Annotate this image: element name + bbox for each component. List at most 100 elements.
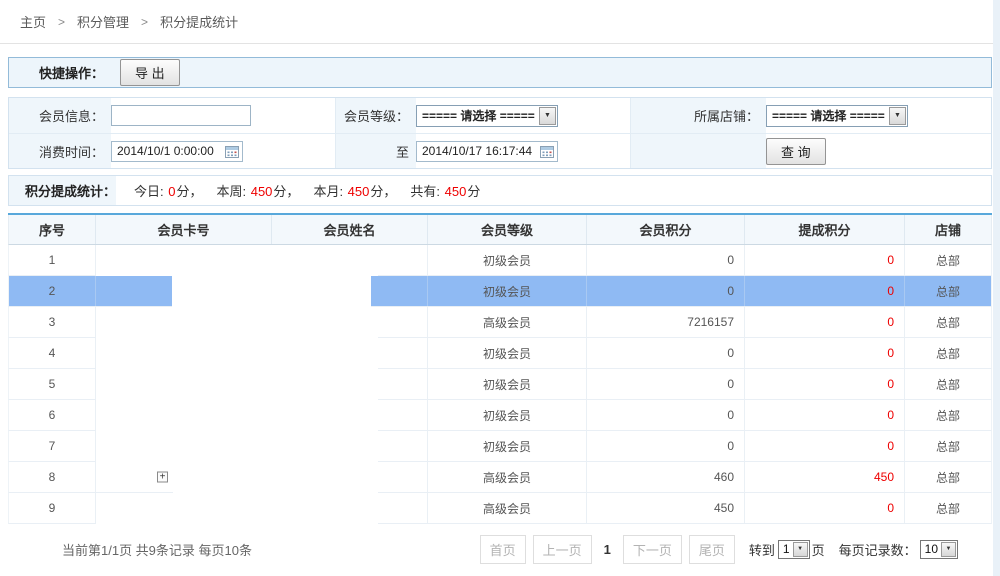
col-header-store: 店铺 [904, 215, 991, 244]
table-row[interactable]: 3高级会员72161570总部 [8, 307, 992, 338]
member-info-input[interactable] [111, 105, 251, 126]
time-from-cell: 2014/10/1 0:00:00 [111, 134, 336, 168]
calendar-icon[interactable] [225, 145, 239, 158]
redaction-mask [96, 338, 378, 369]
expand-icon[interactable]: + [157, 472, 168, 483]
cell-no: 5 [9, 369, 95, 399]
page-unit-label: 页 [812, 540, 825, 559]
cell-commission: 0 [744, 276, 904, 306]
cell-no: 2 [9, 276, 95, 306]
col-header-level: 会员等级 [427, 215, 586, 244]
cell-no: 9 [9, 493, 95, 523]
first-page-button[interactable]: 首页 [480, 535, 526, 564]
chevron-down-icon[interactable]: ▼ [889, 107, 906, 125]
cell-points: 0 [586, 338, 744, 368]
table-row[interactable]: 8高级会员460450总部+ [8, 462, 992, 493]
per-page-select[interactable]: 10 ▼ [920, 540, 958, 559]
cell-commission: 0 [744, 338, 904, 368]
table-header: 序号 会员卡号 会员姓名 会员等级 会员积分 提成积分 店铺 [8, 215, 992, 245]
consume-time-label: 消费时间： [9, 134, 111, 168]
member-level-select-value: ===== 请选择 ===== [422, 107, 535, 124]
member-level-label: 会员等级： [336, 98, 416, 133]
cell-points: 7216157 [586, 307, 744, 337]
store-select[interactable]: ===== 请选择 ===== ▼ [766, 105, 908, 127]
goto-page-value: 1 [779, 542, 792, 556]
cell-commission: 0 [744, 431, 904, 461]
store-select-value: ===== 请选择 ===== [772, 107, 885, 124]
cell-points: 0 [586, 245, 744, 275]
stat-suffix: 分， [273, 184, 299, 199]
cell-commission: 0 [744, 493, 904, 523]
prev-page-button[interactable]: 上一页 [533, 535, 592, 564]
export-button[interactable]: 导 出 [120, 59, 180, 86]
table-row[interactable]: 5初级会员00总部 [8, 369, 992, 400]
col-header-name: 会员姓名 [271, 215, 427, 244]
quick-actions-label: 快捷操作： [39, 63, 104, 82]
member-level-cell: ===== 请选择 ===== ▼ [416, 98, 631, 133]
filter-row-1: 会员信息： 会员等级： ===== 请选择 ===== ▼ 所属店铺： ====… [9, 98, 991, 133]
current-page-number: 1 [604, 542, 611, 557]
cell-level: 高级会员 [427, 493, 586, 523]
last-page-button[interactable]: 尾页 [689, 535, 735, 564]
page-edge-strip [993, 0, 1000, 576]
table-row[interactable]: 6初级会员00总部 [8, 400, 992, 431]
cell-points: 0 [586, 369, 744, 399]
member-level-select[interactable]: ===== 请选择 ===== ▼ [416, 105, 558, 127]
breadcrumb-item[interactable]: 主页 [20, 12, 46, 31]
stat-suffix: 分， [176, 184, 202, 199]
chevron-down-icon[interactable]: ▼ [793, 542, 808, 557]
stat-item: 本月: 450分， [313, 181, 396, 200]
stat-name: 本月: [313, 184, 346, 199]
chevron-down-icon[interactable]: ▼ [941, 542, 956, 557]
redaction-mask [172, 276, 371, 307]
stat-name: 共有: [410, 184, 443, 199]
stats-values: 今日: 0分，本周: 450分，本月: 450分，共有: 450分 [134, 181, 494, 200]
stat-value: 450 [347, 184, 371, 199]
filter-empty-cell [631, 134, 766, 168]
redaction-mask [96, 245, 378, 276]
cell-store: 总部 [904, 400, 991, 430]
cell-points: 0 [586, 431, 744, 461]
redaction-mask [96, 431, 378, 462]
table-row[interactable]: 2初级会员00总部 [8, 276, 992, 307]
cell-store: 总部 [904, 431, 991, 461]
cell-store: 总部 [904, 462, 991, 492]
cell-no: 4 [9, 338, 95, 368]
stat-name: 今日: [134, 184, 167, 199]
redaction-mask [96, 307, 378, 338]
cell-store: 总部 [904, 245, 991, 275]
breadcrumb-item: 积分提成统计 [160, 12, 238, 31]
per-page-value: 10 [921, 542, 940, 556]
stat-name: 本周: [216, 184, 249, 199]
to-label: 至 [336, 134, 416, 168]
breadcrumb: 主页>积分管理>积分提成统计 [0, 0, 1000, 44]
cell-no: 8 [9, 462, 95, 492]
time-to-cell: 2014/10/17 16:17:44 [416, 134, 631, 168]
commission-table: 序号 会员卡号 会员姓名 会员等级 会员积分 提成积分 店铺 1初级会员00总部… [8, 213, 992, 524]
query-button[interactable]: 查 询 [766, 138, 826, 165]
pagination-bar: 当前第1/1页 共9条记录 每页10条 首页 上一页 1 下一页 尾页 转到 1… [0, 524, 1000, 574]
stat-value: 450 [444, 184, 468, 199]
col-header-card: 会员卡号 [95, 215, 271, 244]
time-to-input[interactable]: 2014/10/17 16:17:44 [416, 141, 558, 162]
col-header-no: 序号 [9, 215, 95, 244]
cell-store: 总部 [904, 338, 991, 368]
table-row[interactable]: 4初级会员00总部 [8, 338, 992, 369]
cell-level: 高级会员 [427, 307, 586, 337]
chevron-down-icon[interactable]: ▼ [539, 107, 556, 125]
store-cell: ===== 请选择 ===== ▼ [766, 98, 991, 133]
time-from-input[interactable]: 2014/10/1 0:00:00 [111, 141, 243, 162]
cell-level: 初级会员 [427, 369, 586, 399]
calendar-icon[interactable] [540, 145, 554, 158]
table-row[interactable]: 1初级会员00总部 [8, 245, 992, 276]
breadcrumb-item[interactable]: 积分管理 [77, 12, 129, 31]
table-row[interactable]: 9高级会员4500总部 [8, 493, 992, 524]
cell-commission: 0 [744, 400, 904, 430]
cell-store: 总部 [904, 369, 991, 399]
stats-bar: 积分提成统计： 今日: 0分，本周: 450分，本月: 450分，共有: 450… [8, 175, 992, 206]
table-row[interactable]: 7初级会员00总部 [8, 431, 992, 462]
goto-page-select[interactable]: 1 ▼ [778, 540, 810, 559]
stat-suffix: 分， [370, 184, 396, 199]
next-page-button[interactable]: 下一页 [623, 535, 682, 564]
stat-item: 本周: 450分， [216, 181, 299, 200]
